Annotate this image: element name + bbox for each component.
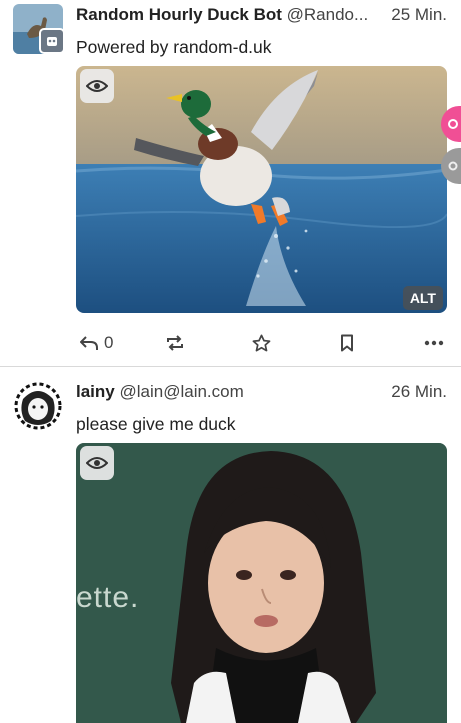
avatar[interactable]: [13, 381, 63, 431]
reply-count: 0: [104, 333, 114, 352]
media-attachment[interactable]: ALT: [76, 66, 447, 313]
timestamp[interactable]: 25 Min.: [391, 5, 447, 25]
alt-text-badge[interactable]: ALT: [402, 286, 443, 310]
star-icon: [252, 334, 271, 352]
compose-icon: [448, 119, 458, 129]
favourite-button[interactable]: [252, 327, 271, 359]
account-handle[interactable]: @lain@lain.com: [119, 382, 243, 401]
status-post[interactable]: lainy @lain@lain.com 26 Min. please give…: [0, 367, 461, 723]
media-overlay-text: ette.: [76, 581, 140, 614]
display-name[interactable]: Random Hourly Duck Bot: [76, 5, 282, 24]
post-actions: 0: [0, 327, 461, 359]
status-post[interactable]: Random Hourly Duck Bot @Rando... 25 Min.…: [0, 0, 461, 366]
eye-icon: [86, 457, 108, 469]
more-button[interactable]: [424, 327, 444, 359]
timestamp[interactable]: 26 Min.: [391, 382, 447, 402]
eye-icon: [86, 80, 108, 92]
post-text: Powered by random-d.uk: [76, 37, 272, 57]
post-text: please give me duck: [76, 414, 236, 434]
hide-media-button[interactable]: [80, 69, 114, 103]
bookmark-icon: [341, 334, 353, 352]
bot-icon: [39, 28, 65, 54]
boost-button[interactable]: [165, 327, 185, 359]
post-header: lainy @lain@lain.com 26 Min.: [76, 382, 447, 406]
post-header: Random Hourly Duck Bot @Rando... 25 Min.: [76, 5, 447, 29]
reply-icon: [80, 336, 98, 350]
media-attachment[interactable]: ette.: [76, 443, 447, 723]
account-handle[interactable]: @Rando...: [287, 5, 369, 24]
reply-button[interactable]: 0: [80, 327, 113, 359]
display-name[interactable]: lainy: [76, 382, 115, 401]
hide-media-button[interactable]: [80, 446, 114, 480]
bookmark-button[interactable]: [340, 327, 354, 359]
gear-icon: [448, 161, 458, 171]
boost-icon: [167, 335, 183, 351]
more-icon: [424, 340, 444, 346]
duck-photo: [76, 66, 447, 313]
